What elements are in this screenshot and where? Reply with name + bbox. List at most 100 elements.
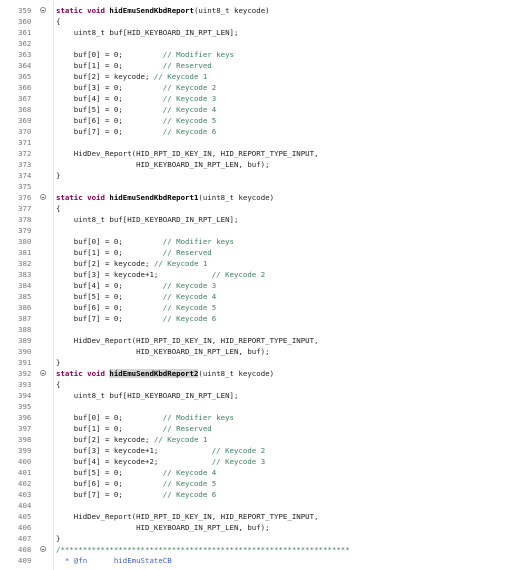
code-token: Keycode bbox=[176, 303, 208, 312]
code-token: (uint8_t keycode) bbox=[198, 369, 275, 378]
code-token: buf[0] = 0; bbox=[56, 237, 163, 246]
code-token: Keycode bbox=[176, 490, 208, 499]
line-number: 392 bbox=[18, 369, 32, 378]
line-number: 372 bbox=[18, 149, 32, 158]
code-line[interactable]: 381 buf[1] = 0; // Reserved bbox=[0, 247, 506, 258]
code-line[interactable]: 382 buf[2] = keycode; // Keycode 1 bbox=[0, 258, 506, 269]
code-line[interactable]: 384 buf[4] = 0; // Keycode 3 bbox=[0, 280, 506, 291]
line-number: 371 bbox=[18, 138, 32, 147]
code-line[interactable]: 389 HidDev_Report(HID_RPT_ID_KEY_IN, HID… bbox=[0, 335, 506, 346]
code-token: uint8_t buf[HID_KEYBOARD_IN_RPT_LEN]; bbox=[56, 391, 239, 400]
code-text: } bbox=[56, 357, 60, 368]
code-token: buf[1] = 0; bbox=[56, 424, 163, 433]
line-number: 383 bbox=[18, 270, 32, 279]
line-number: 367 bbox=[18, 94, 32, 103]
line-number: 408 bbox=[18, 545, 32, 554]
line-number: 395 bbox=[18, 402, 32, 411]
code-line[interactable]: 399 buf[3] = keycode+1; // Keycode 2 bbox=[0, 445, 506, 456]
code-line[interactable]: 387 buf[7] = 0; // Keycode 6 bbox=[0, 313, 506, 324]
code-line[interactable]: 367 buf[4] = 0; // Keycode 3 bbox=[0, 93, 506, 104]
code-token: buf[3] = keycode+1; bbox=[56, 446, 212, 455]
code-line[interactable]: 396 buf[0] = 0; // Modifier keys bbox=[0, 412, 506, 423]
code-line[interactable]: 383 buf[3] = keycode+1; // Keycode 2 bbox=[0, 269, 506, 280]
code-line[interactable]: 364 buf[1] = 0; // Reserved bbox=[0, 60, 506, 71]
code-line[interactable]: 400 buf[4] = keycode+2; // Keycode 3 bbox=[0, 456, 506, 467]
code-token: buf[2] = keycode; bbox=[56, 259, 154, 268]
code-line[interactable]: 392 static void hidEmuSendKbdReport2(uint… bbox=[0, 368, 506, 379]
code-token: // bbox=[162, 479, 177, 488]
code-token: // Reserved bbox=[162, 248, 212, 257]
code-token: { bbox=[56, 204, 61, 213]
code-line[interactable]: 390 HID_KEYBOARD_IN_RPT_LEN, buf); bbox=[0, 346, 506, 357]
code-line[interactable]: 409 * @fn hidEmuStateCB bbox=[0, 555, 506, 566]
code-line[interactable]: 365 buf[2] = keycode; // Keycode 1 bbox=[0, 71, 506, 82]
code-line[interactable]: 406 HID_KEYBOARD_IN_RPT_LEN, buf); bbox=[0, 522, 506, 533]
code-line[interactable]: 402 buf[6] = 0; // Keycode 5 bbox=[0, 478, 506, 489]
code-text: uint8_t buf[HID_KEYBOARD_IN_RPT_LEN]; bbox=[56, 390, 239, 401]
line-number: 402 bbox=[18, 479, 32, 488]
line-number: 391 bbox=[18, 358, 32, 367]
code-line[interactable]: 407} bbox=[0, 533, 506, 544]
code-line[interactable]: 397 buf[1] = 0; // Reserved bbox=[0, 423, 506, 434]
code-editor[interactable]: 359 static void hidEmuSendKbdReport(uint8… bbox=[0, 0, 506, 570]
code-line[interactable]: 368 buf[5] = 0; // Keycode 4 bbox=[0, 104, 506, 115]
code-line[interactable]: 359 static void hidEmuSendKbdReport(uint8… bbox=[0, 5, 506, 16]
code-line[interactable]: 373 HID_KEYBOARD_IN_RPT_LEN, buf); bbox=[0, 159, 506, 170]
fold-toggle-icon[interactable] bbox=[40, 7, 46, 13]
code-token: 2 bbox=[207, 83, 217, 92]
code-line[interactable]: 369 buf[6] = 0; // Keycode 5 bbox=[0, 115, 506, 126]
code-token: buf[5] = 0; bbox=[56, 292, 163, 301]
code-line[interactable]: 379 bbox=[0, 225, 506, 236]
line-number: 387 bbox=[18, 314, 32, 323]
code-line[interactable]: 385 buf[5] = 0; // Keycode 4 bbox=[0, 291, 506, 302]
code-line[interactable]: 395 bbox=[0, 401, 506, 412]
code-text: buf[1] = 0; // Reserved bbox=[56, 423, 212, 434]
code-line[interactable]: 388 bbox=[0, 324, 506, 335]
line-number: 401 bbox=[18, 468, 32, 477]
code-token: 3 bbox=[256, 457, 266, 466]
code-token: buf[3] = 0; bbox=[56, 83, 163, 92]
code-line[interactable]: 360 { bbox=[0, 16, 506, 27]
line-number: 369 bbox=[18, 116, 32, 125]
fold-toggle-icon[interactable] bbox=[40, 370, 46, 376]
code-text: HID_KEYBOARD_IN_RPT_LEN, buf); bbox=[56, 522, 270, 533]
code-token: HidDev_Report(HID_RPT_ID_KEY_IN, HID_REP… bbox=[56, 512, 319, 521]
code-line[interactable]: 378 uint8_t buf[HID_KEYBOARD_IN_RPT_LEN]… bbox=[0, 214, 506, 225]
code-token: hidEmuSendKbdReport bbox=[109, 6, 194, 15]
code-line[interactable]: 375 bbox=[0, 181, 506, 192]
code-line[interactable]: 398 buf[2] = keycode; // Keycode 1 bbox=[0, 434, 506, 445]
code-token: // bbox=[162, 314, 177, 323]
code-text: buf[7] = 0; // Keycode 6 bbox=[56, 489, 216, 500]
code-token: // bbox=[162, 127, 177, 136]
code-line[interactable]: 362 bbox=[0, 38, 506, 49]
code-token: buf[4] = 0; bbox=[56, 94, 163, 103]
code-line[interactable]: 374} bbox=[0, 170, 506, 181]
code-line[interactable]: 363 buf[0] = 0; // Modifier keys bbox=[0, 49, 506, 60]
code-line[interactable]: 372 HidDev_Report(HID_RPT_ID_KEY_IN, HID… bbox=[0, 148, 506, 159]
code-token: (uint8_t keycode) bbox=[193, 6, 270, 15]
code-line[interactable]: 361 uint8_t buf[HID_KEYBOARD_IN_RPT_LEN]… bbox=[0, 27, 506, 38]
code-line[interactable]: 380 buf[0] = 0; // Modifier keys bbox=[0, 236, 506, 247]
code-token: // bbox=[162, 116, 177, 125]
code-line[interactable]: 405 HidDev_Report(HID_RPT_ID_KEY_IN, HID… bbox=[0, 511, 506, 522]
code-line[interactable]: 401 buf[5] = 0; // Keycode 4 bbox=[0, 467, 506, 478]
code-line[interactable]: 377 { bbox=[0, 203, 506, 214]
code-line[interactable]: 393 { bbox=[0, 379, 506, 390]
code-line[interactable]: 394 uint8_t buf[HID_KEYBOARD_IN_RPT_LEN]… bbox=[0, 390, 506, 401]
code-line[interactable]: 403 buf[7] = 0; // Keycode 6 bbox=[0, 489, 506, 500]
code-token: // Modifier keys bbox=[162, 413, 234, 422]
code-line[interactable]: 376 static void hidEmuSendKbdReport1(uint… bbox=[0, 192, 506, 203]
code-text: buf[4] = 0; // Keycode 3 bbox=[56, 93, 216, 104]
fold-toggle-icon[interactable] bbox=[40, 546, 46, 552]
code-token: // Reserved bbox=[162, 61, 212, 70]
code-line[interactable]: 366 buf[3] = 0; // Keycode 2 bbox=[0, 82, 506, 93]
code-line[interactable]: 391} bbox=[0, 357, 506, 368]
code-line[interactable]: 371 bbox=[0, 137, 506, 148]
code-line[interactable]: 386 buf[6] = 0; // Keycode 5 bbox=[0, 302, 506, 313]
code-line[interactable]: 408 /************************************… bbox=[0, 544, 506, 555]
code-line[interactable]: 370 buf[7] = 0; // Keycode 6 bbox=[0, 126, 506, 137]
code-line[interactable]: 404 bbox=[0, 500, 506, 511]
code-text: static void hidEmuSendKbdReport2(uint8_t… bbox=[56, 368, 274, 379]
code-token: buf[1] = 0; bbox=[56, 248, 163, 257]
fold-toggle-icon[interactable] bbox=[40, 194, 46, 200]
